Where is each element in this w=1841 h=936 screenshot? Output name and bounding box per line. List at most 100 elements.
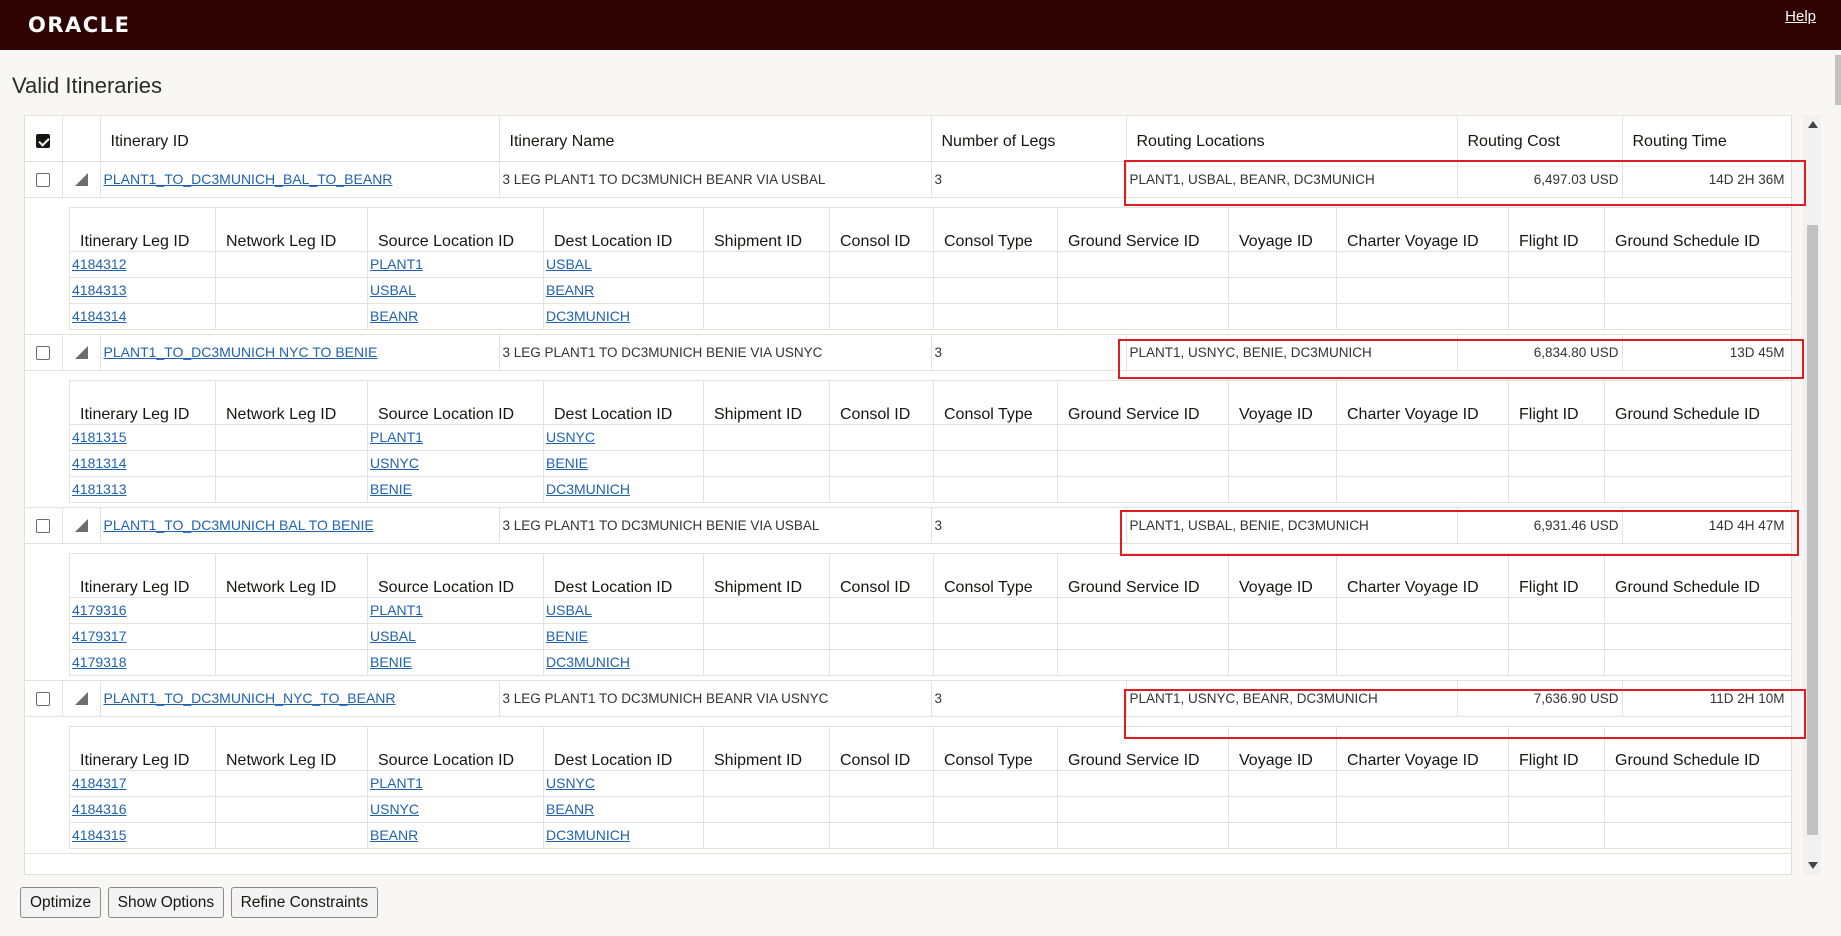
leg-col-header[interactable]: Charter Voyage ID — [1336, 206, 1509, 252]
row-checkbox[interactable] — [36, 518, 50, 533]
source-location-link[interactable]: USNYC — [370, 801, 419, 817]
col-header-itinerary-name[interactable]: Itinerary Name — [499, 116, 932, 162]
leg-col-header[interactable]: Consol ID — [829, 206, 934, 252]
col-header-routing-locations[interactable]: Routing Locations — [1126, 116, 1458, 162]
leg-col-header[interactable]: Consol Type — [933, 206, 1058, 252]
col-header-number-of-legs[interactable]: Number of Legs — [931, 116, 1127, 162]
itinerary-leg-id-link[interactable]: 4184313 — [72, 282, 127, 298]
leg-col-header[interactable]: Voyage ID — [1228, 552, 1337, 598]
expand-toggle-icon[interactable] — [74, 692, 88, 706]
leg-row[interactable]: 4184313 USBAL BEANR — [69, 276, 1791, 304]
dest-location-link[interactable]: USBAL — [546, 256, 592, 272]
leg-col-header[interactable]: Source Location ID — [367, 379, 544, 425]
leg-row[interactable]: 4184312 PLANT1 USBAL — [69, 250, 1791, 278]
dest-location-link[interactable]: USBAL — [546, 602, 592, 618]
leg-col-header[interactable]: Dest Location ID — [543, 725, 704, 771]
row-checkbox[interactable] — [36, 691, 50, 706]
itinerary-leg-id-link[interactable]: 4184314 — [72, 308, 127, 324]
grid-scrollbar[interactable] — [1803, 115, 1821, 875]
leg-row[interactable]: 4181313 BENIE DC3MUNICH — [69, 475, 1791, 503]
select-all-checkbox[interactable] — [36, 134, 50, 149]
leg-col-header[interactable]: Ground Schedule ID — [1604, 206, 1791, 252]
leg-col-header[interactable]: Charter Voyage ID — [1336, 379, 1509, 425]
scroll-down-arrow-icon[interactable] — [1808, 862, 1818, 869]
leg-row[interactable]: 4179318 BENIE DC3MUNICH — [69, 648, 1791, 676]
leg-col-header[interactable]: Shipment ID — [703, 552, 830, 598]
row-checkbox[interactable] — [36, 172, 50, 187]
itinerary-leg-id-link[interactable]: 4181315 — [72, 429, 127, 445]
dest-location-link[interactable]: BEANR — [546, 282, 594, 298]
help-link[interactable]: Help — [1785, 8, 1816, 25]
leg-row[interactable]: 4179316 PLANT1 USBAL — [69, 596, 1791, 624]
col-header-itinerary-id[interactable]: Itinerary ID — [100, 116, 500, 162]
source-location-link[interactable]: PLANT1 — [370, 775, 423, 791]
col-header-routing-cost[interactable]: Routing Cost — [1457, 116, 1623, 162]
itinerary-row[interactable]: PLANT1_TO_DC3MUNICH BAL TO BENIE 3 LEG PL… — [25, 507, 1791, 544]
leg-row[interactable]: 4184317 PLANT1 USNYC — [69, 769, 1791, 797]
dest-location-link[interactable]: DC3MUNICH — [546, 654, 630, 670]
show-options-button[interactable]: Show Options — [107, 887, 225, 918]
leg-row[interactable]: 4181314 USNYC BENIE — [69, 449, 1791, 477]
leg-col-header[interactable]: Consol ID — [829, 725, 934, 771]
leg-row[interactable]: 4184315 BEANR DC3MUNICH — [69, 821, 1791, 849]
leg-col-header[interactable]: Consol Type — [933, 379, 1058, 425]
itinerary-leg-id-link[interactable]: 4184315 — [72, 827, 127, 843]
leg-col-header[interactable]: Source Location ID — [367, 206, 544, 252]
dest-location-link[interactable]: USNYC — [546, 775, 595, 791]
leg-col-header[interactable]: Charter Voyage ID — [1336, 552, 1509, 598]
leg-col-header[interactable]: Flight ID — [1508, 552, 1605, 598]
leg-col-header[interactable]: Flight ID — [1508, 379, 1605, 425]
dest-location-link[interactable]: BENIE — [546, 455, 588, 471]
itinerary-row[interactable]: PLANT1_TO_DC3MUNICH NYC TO BENIE 3 LEG PL… — [25, 334, 1791, 371]
itinerary-id-link[interactable]: PLANT1_TO_DC3MUNICH NYC TO BENIE — [104, 344, 378, 360]
itinerary-leg-id-link[interactable]: 4179318 — [72, 654, 127, 670]
leg-col-header[interactable]: Network Leg ID — [215, 552, 368, 598]
leg-col-header[interactable]: Itinerary Leg ID — [69, 379, 216, 425]
leg-col-header[interactable]: Dest Location ID — [543, 552, 704, 598]
leg-col-header[interactable]: Ground Service ID — [1057, 379, 1229, 425]
leg-col-header[interactable]: Source Location ID — [367, 725, 544, 771]
dest-location-link[interactable]: BENIE — [546, 628, 588, 644]
refine-constraints-button[interactable]: Refine Constraints — [230, 887, 379, 918]
source-location-link[interactable]: PLANT1 — [370, 256, 423, 272]
source-location-link[interactable]: BENIE — [370, 654, 412, 670]
leg-col-header[interactable]: Ground Service ID — [1057, 206, 1229, 252]
itinerary-leg-id-link[interactable]: 4184317 — [72, 775, 127, 791]
leg-col-header[interactable]: Ground Schedule ID — [1604, 552, 1791, 598]
leg-col-header[interactable]: Ground Schedule ID — [1604, 725, 1791, 771]
itinerary-leg-id-link[interactable]: 4181313 — [72, 481, 127, 497]
col-header-routing-time[interactable]: Routing Time — [1622, 116, 1791, 162]
leg-col-header[interactable]: Ground Schedule ID — [1604, 379, 1791, 425]
expand-toggle-icon[interactable] — [74, 173, 88, 187]
itinerary-leg-id-link[interactable]: 4179317 — [72, 628, 127, 644]
leg-col-header[interactable]: Source Location ID — [367, 552, 544, 598]
dest-location-link[interactable]: DC3MUNICH — [546, 308, 630, 324]
expand-toggle-icon[interactable] — [74, 519, 88, 533]
leg-col-header[interactable]: Flight ID — [1508, 725, 1605, 771]
leg-row[interactable]: 4184316 USNYC BEANR — [69, 795, 1791, 823]
itinerary-leg-id-link[interactable]: 4179316 — [72, 602, 127, 618]
leg-col-header[interactable]: Ground Service ID — [1057, 725, 1229, 771]
leg-col-header[interactable]: Network Leg ID — [215, 206, 368, 252]
leg-col-header[interactable]: Flight ID — [1508, 206, 1605, 252]
leg-col-header[interactable]: Voyage ID — [1228, 725, 1337, 771]
source-location-link[interactable]: BEANR — [370, 827, 418, 843]
dest-location-link[interactable]: BEANR — [546, 801, 594, 817]
leg-col-header[interactable]: Voyage ID — [1228, 379, 1337, 425]
leg-col-header[interactable]: Itinerary Leg ID — [69, 552, 216, 598]
leg-col-header[interactable]: Shipment ID — [703, 206, 830, 252]
leg-col-header[interactable]: Consol ID — [829, 552, 934, 598]
source-location-link[interactable]: BENIE — [370, 481, 412, 497]
optimize-button[interactable]: Optimize — [20, 887, 102, 918]
source-location-link[interactable]: BEANR — [370, 308, 418, 324]
source-location-link[interactable]: PLANT1 — [370, 429, 423, 445]
leg-col-header[interactable]: Itinerary Leg ID — [69, 725, 216, 771]
itinerary-id-link[interactable]: PLANT1_TO_DC3MUNICH_NYC_TO_BEANR — [104, 690, 396, 706]
source-location-link[interactable]: PLANT1 — [370, 602, 423, 618]
itinerary-leg-id-link[interactable]: 4184312 — [72, 256, 127, 272]
leg-col-header[interactable]: Dest Location ID — [543, 206, 704, 252]
dest-location-link[interactable]: DC3MUNICH — [546, 827, 630, 843]
itinerary-id-link[interactable]: PLANT1_TO_DC3MUNICH BAL TO BENIE — [104, 517, 374, 533]
source-location-link[interactable]: USNYC — [370, 455, 419, 471]
leg-col-header[interactable]: Consol Type — [933, 552, 1058, 598]
